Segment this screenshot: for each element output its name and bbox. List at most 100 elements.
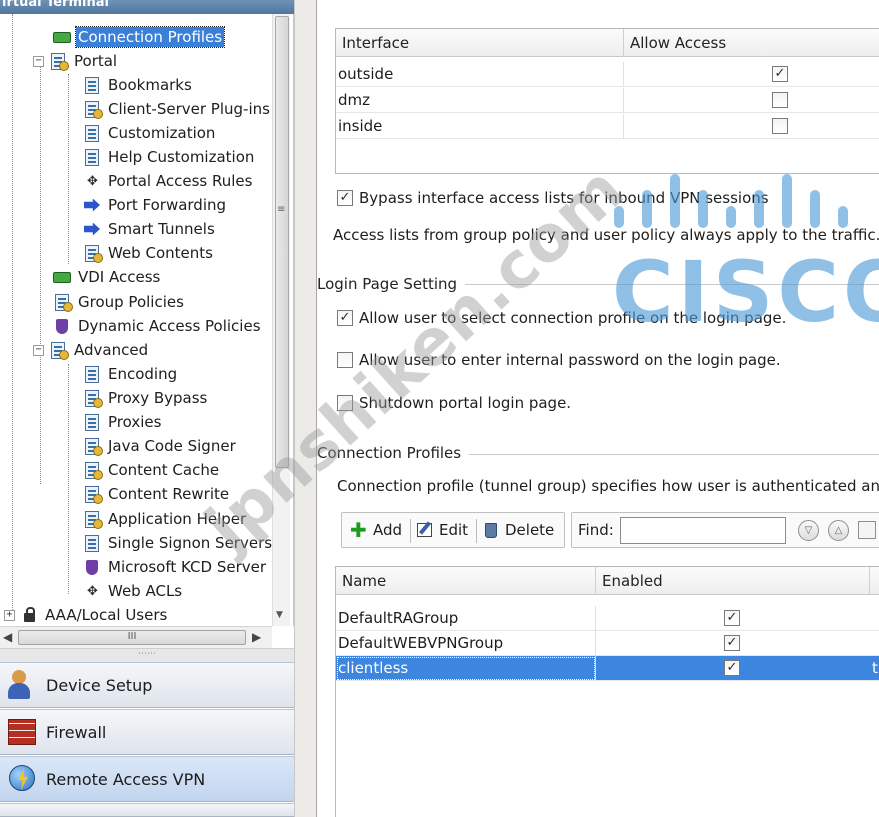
plugins-icon (82, 100, 103, 119)
table-row[interactable]: dmz (336, 88, 879, 113)
grip-icon: ≡ (277, 204, 286, 215)
port-forwarding-icon (82, 196, 103, 215)
scroll-right-arrow-icon[interactable]: ▶ (252, 630, 261, 644)
tree-item-label: Client-Server Plug-ins (108, 100, 270, 118)
tree-item-group-policies[interactable]: Group Policies (52, 291, 186, 313)
select-profile-checkbox[interactable]: ✓ (337, 310, 353, 326)
tree-item-customization[interactable]: Customization (82, 122, 217, 144)
interface-access-table: Interface Allow Access outside ✓ dmz ins… (335, 28, 879, 174)
tree-item-single-signon-servers[interactable]: Single Signon Servers (82, 532, 274, 554)
collapse-toggle[interactable]: − (33, 344, 44, 356)
tree-item-proxies[interactable]: Proxies (82, 411, 163, 433)
scroll-down-arrow-icon[interactable]: ▼ (276, 610, 283, 620)
tree-item-client-server-plugins[interactable]: Client-Server Plug-ins (82, 98, 272, 120)
tree-item-java-code-signer[interactable]: Java Code Signer (82, 435, 238, 457)
portal-icon (48, 52, 69, 71)
table-row[interactable]: inside (336, 114, 879, 139)
tree-item-dynamic-access-policies[interactable]: Dynamic Access Policies (52, 315, 263, 337)
column-header-name[interactable]: Name (336, 567, 596, 595)
match-case-checkbox[interactable] (858, 521, 876, 539)
tree-item-microsoft-kcd-server[interactable]: Microsoft KCD Server (82, 556, 268, 578)
java-code-signer-icon (82, 437, 103, 456)
tree-item-application-helper[interactable]: Application Helper (82, 508, 248, 530)
column-header-allow-access[interactable]: Allow Access (624, 29, 879, 57)
nav-next-item[interactable] (0, 803, 294, 817)
tree-item-web-contents[interactable]: Web Contents (82, 242, 215, 264)
tree-item-label: Customization (108, 124, 216, 142)
tree-item-label: Web ACLs (108, 582, 183, 600)
help-customization-icon (82, 148, 103, 167)
login-option-shutdown-portal[interactable]: Shutdown portal login page. (337, 394, 571, 412)
action-button-group: ✚ Add Edit Delete (341, 512, 565, 548)
content-panel: Interface Allow Access outside ✓ dmz ins… (317, 0, 879, 817)
tree-item-web-acls[interactable]: ✥ Web ACLs (82, 580, 184, 602)
smart-tunnels-icon (82, 220, 103, 239)
tree-item-bookmarks[interactable]: Bookmarks (82, 74, 194, 96)
tree-item-encoding[interactable]: Encoding (82, 363, 179, 385)
bypass-acl-option[interactable]: ✓ Bypass interface access lists for inbo… (337, 189, 769, 207)
tree-item-label: Portal Access Rules (108, 172, 253, 190)
panel-splitter[interactable]: ⋯⋯ (0, 648, 294, 662)
tree-item-port-forwarding[interactable]: Port Forwarding (82, 194, 228, 216)
tree-item-label: AAA/Local Users (45, 606, 168, 624)
nav-device-setup[interactable]: Device Setup (0, 662, 294, 708)
bypass-acl-checkbox[interactable]: ✓ (337, 190, 353, 206)
column-header-interface[interactable]: Interface (336, 29, 624, 57)
login-option-internal-password[interactable]: Allow user to enter internal password on… (337, 351, 781, 369)
enabled-checkbox[interactable]: ✓ (724, 610, 740, 626)
internal-password-checkbox[interactable] (337, 352, 353, 368)
tree-item-portal-access-rules[interactable]: ✥ Portal Access Rules (82, 170, 254, 192)
tree-item-label: Proxies (108, 413, 162, 431)
tree-horizontal-scrollbar[interactable]: ◀ III ▶ (0, 626, 272, 648)
column-header-enabled[interactable]: Enabled (596, 567, 870, 595)
tree-vertical-scrollbar[interactable]: ≡ ▼ (272, 14, 290, 626)
kcd-server-icon (82, 558, 103, 577)
enabled-checkbox[interactable]: ✓ (724, 635, 740, 651)
shutdown-portal-checkbox[interactable] (337, 395, 353, 411)
allow-access-checkbox[interactable] (772, 92, 788, 108)
add-label: Add (373, 521, 403, 539)
nav-label: Firewall (46, 722, 107, 742)
login-option-select-profile[interactable]: ✓ Allow user to select connection profil… (337, 309, 786, 327)
allow-access-checkbox[interactable]: ✓ (772, 66, 788, 82)
edit-button[interactable]: Edit (412, 516, 472, 544)
nav-firewall[interactable]: Firewall (0, 709, 294, 755)
tree-item-proxy-bypass[interactable]: Proxy Bypass (82, 387, 209, 409)
find-previous-icon[interactable]: △ (828, 520, 849, 541)
tree-item-help-customization[interactable]: Help Customization (82, 146, 256, 168)
interface-name: dmz (336, 88, 624, 113)
tree-item-vdi-access[interactable]: VDI Access (52, 266, 162, 288)
enabled-checkbox[interactable]: ✓ (724, 660, 740, 676)
device-setup-icon (6, 668, 40, 702)
tree-item-label: Proxy Bypass (108, 389, 208, 407)
profile-name: clientless (336, 656, 596, 681)
add-button[interactable]: ✚ Add (346, 516, 406, 544)
login-page-setting-title: Login Page Setting (317, 275, 466, 293)
table-row[interactable]: DefaultWEBVPNGroup ✓ (336, 631, 879, 656)
table-row-selected[interactable]: clientless ✓ t (336, 656, 879, 681)
edit-icon (416, 521, 434, 539)
panel-divider[interactable] (294, 0, 317, 817)
tree-item-label: Content Rewrite (108, 485, 230, 503)
find-next-icon[interactable]: ▽ (798, 520, 819, 541)
table-row[interactable]: outside ✓ (336, 62, 879, 87)
scrollbar-thumb[interactable]: III (18, 630, 246, 645)
tree-item-content-rewrite[interactable]: Content Rewrite (82, 483, 231, 505)
tree-item-connection-profiles[interactable]: Connection Profiles (52, 26, 226, 48)
window-title: irtual Terminal (0, 0, 318, 14)
table-row[interactable]: DefaultRAGroup ✓ (336, 606, 879, 631)
nav-remote-access-vpn[interactable]: Remote Access VPN (0, 756, 294, 802)
tree-item-advanced[interactable]: − Advanced (33, 339, 150, 361)
expand-toggle[interactable]: + (4, 609, 15, 621)
tree-item-portal[interactable]: − Portal (33, 50, 119, 72)
tree-item-smart-tunnels[interactable]: Smart Tunnels (82, 218, 217, 240)
find-input[interactable] (620, 517, 786, 544)
collapse-toggle[interactable]: − (33, 55, 44, 67)
interface-name: outside (336, 62, 624, 87)
scrollbar-thumb[interactable] (275, 16, 289, 468)
scroll-left-arrow-icon[interactable]: ◀ (3, 630, 12, 644)
tree-item-aaa-local-users[interactable]: + AAA/Local Users (4, 604, 169, 626)
tree-item-content-cache[interactable]: Content Cache (82, 459, 221, 481)
allow-access-checkbox[interactable] (772, 118, 788, 134)
delete-button[interactable]: Delete (478, 516, 558, 544)
